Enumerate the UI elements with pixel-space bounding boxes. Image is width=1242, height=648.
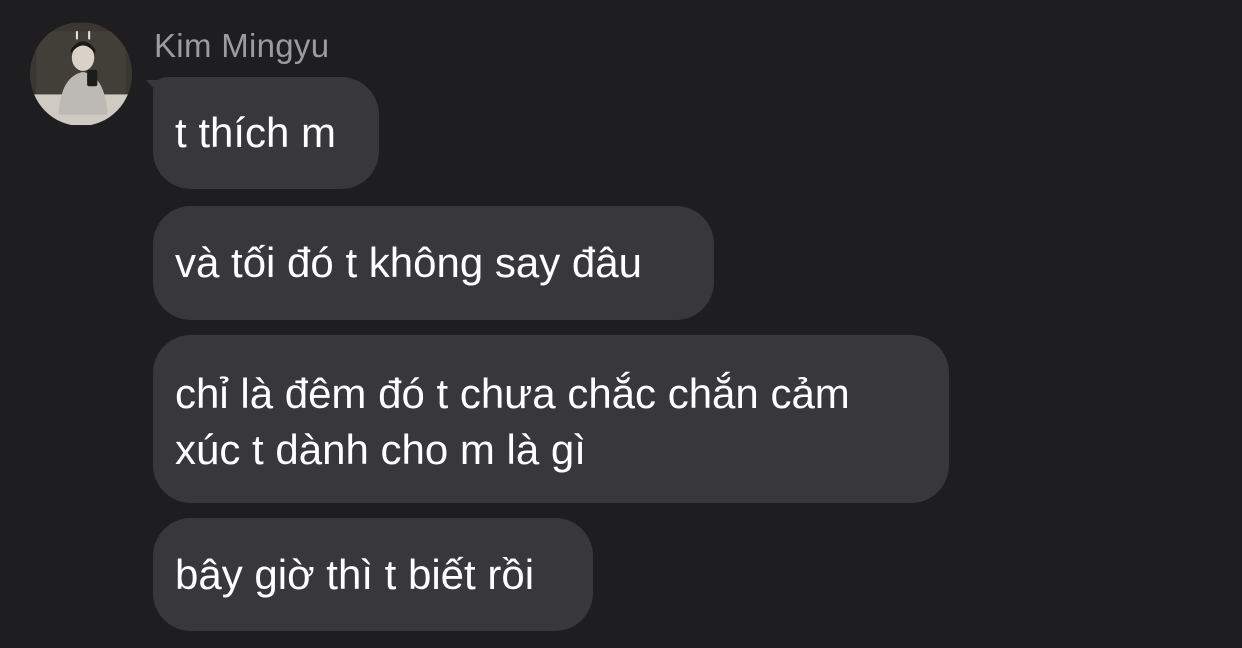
message-text: t thích m: [175, 109, 337, 156]
message-text-line: chỉ là đêm đó t chưa chắc chắn cảm: [175, 370, 850, 417]
message-bubble[interactable]: t thích m: [153, 77, 379, 189]
sender-avatar[interactable]: [30, 22, 132, 126]
message-text-line: xúc t dành cho m là gì: [175, 426, 586, 473]
message-thread: Kim Mingyu t thích m và tối đó t không s…: [0, 0, 1242, 648]
message-bubble[interactable]: bây giờ thì t biết rồi: [153, 518, 593, 631]
message-text: và tối đó t không say đâu: [175, 239, 642, 286]
avatar-photo-icon: [30, 23, 132, 125]
sender-name: Kim Mingyu: [154, 27, 330, 64]
message-bubble[interactable]: chỉ là đêm đó t chưa chắc chắn cảm xúc t…: [153, 335, 949, 503]
message-text: bây giờ thì t biết rồi: [175, 551, 535, 598]
message-bubble[interactable]: và tối đó t không say đâu: [153, 206, 714, 320]
